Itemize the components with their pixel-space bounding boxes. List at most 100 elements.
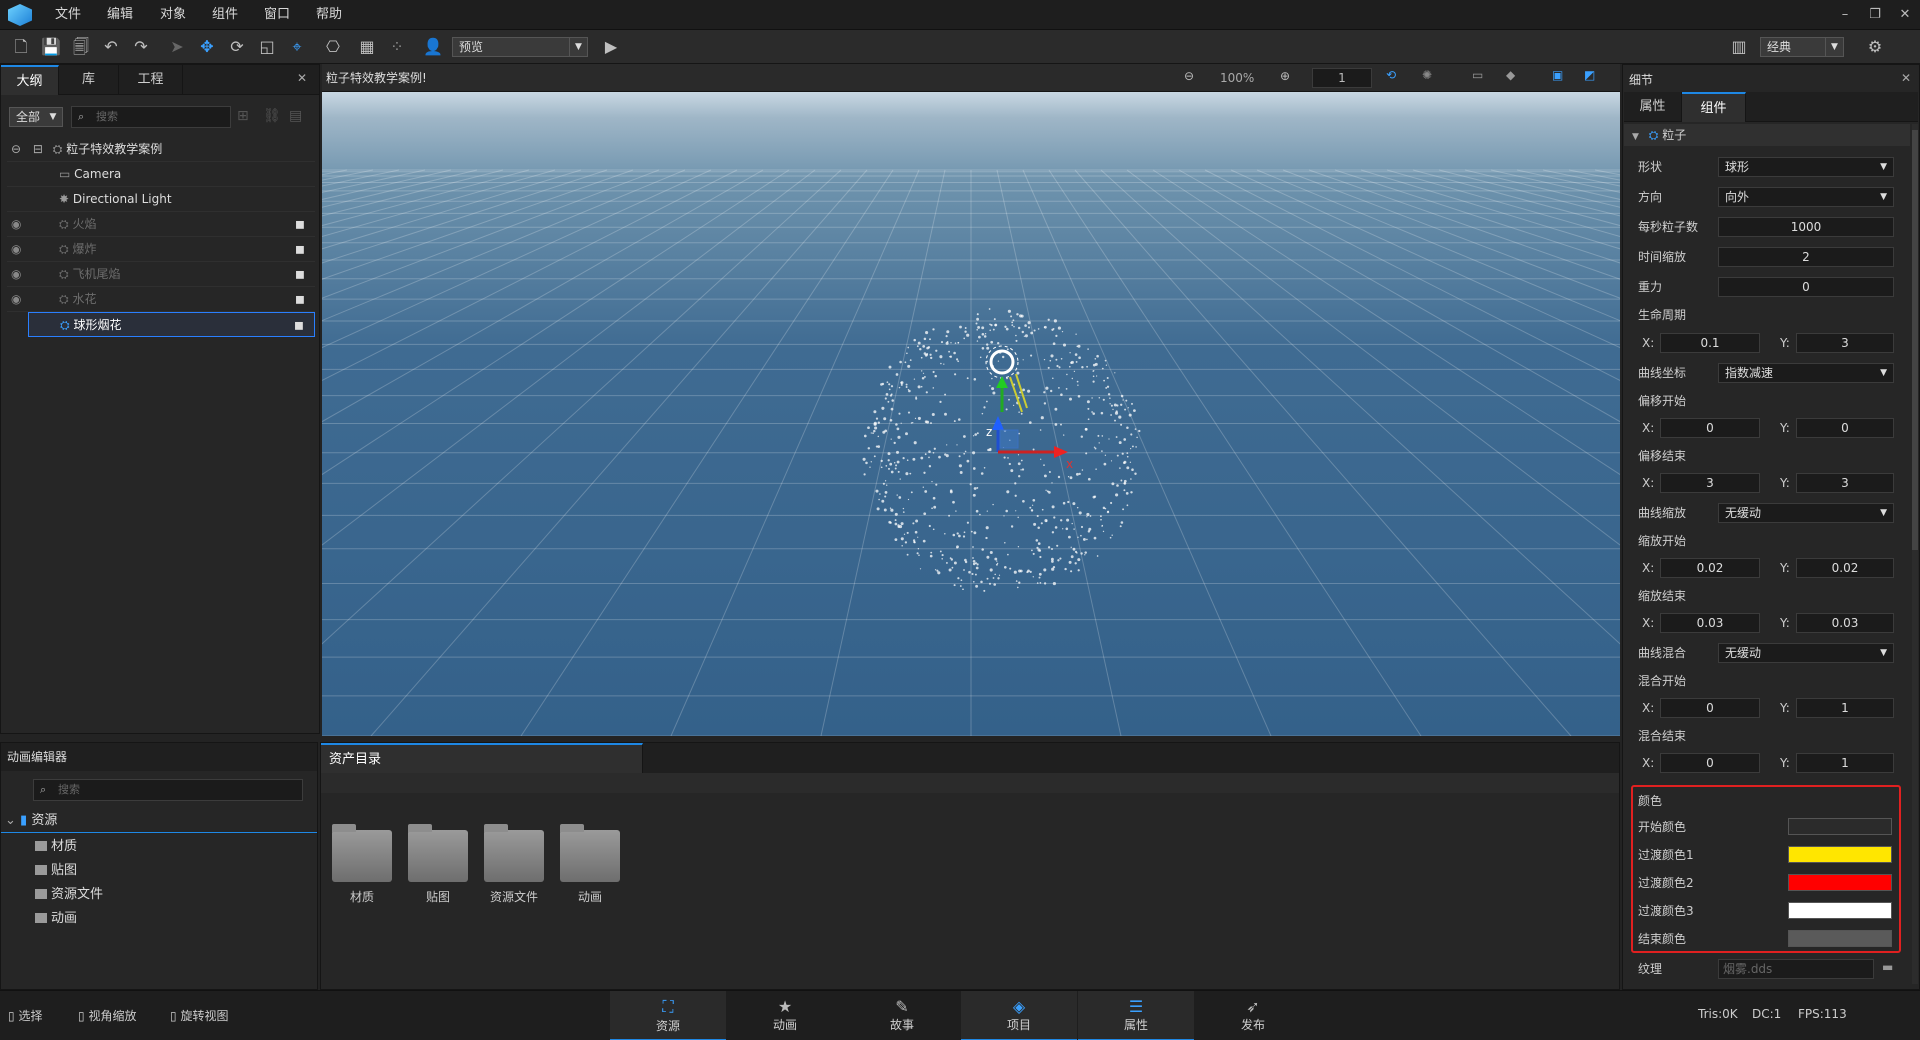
blend-start-y-input[interactable]: 1 <box>1796 698 1894 718</box>
close-icon[interactable]: ✕ <box>1894 4 1916 26</box>
transition-color3-swatch[interactable] <box>1788 902 1892 919</box>
tab-components[interactable]: 组件 <box>1682 92 1746 122</box>
bottom-tab-resources[interactable]: ⛶ 资源 <box>610 991 726 1040</box>
asset-tree-item[interactable]: 资源文件 <box>35 883 103 907</box>
scrollbar[interactable] <box>1912 124 1918 984</box>
tree-item-jet-flame[interactable]: ◉ ⛭ 飞机尾焰 ◼ <box>7 262 315 287</box>
outline-search-input[interactable]: ⌕ 搜索 <box>71 106 231 128</box>
bottom-tab-project[interactable]: ◈ 项目 <box>961 991 1077 1040</box>
camera-badge-icon[interactable]: ◼ <box>294 313 304 338</box>
tab-project[interactable]: 工程 <box>119 65 183 95</box>
offset-end-y-input[interactable]: 3 <box>1796 473 1894 493</box>
layout-icon[interactable]: ▥ <box>1726 34 1752 60</box>
menu-edit[interactable]: 编辑 <box>107 0 133 30</box>
new-file-icon[interactable]: 🗋 <box>8 34 34 60</box>
end-color-swatch[interactable] <box>1788 930 1892 947</box>
asset-tree-item[interactable]: 贴图 <box>35 859 77 883</box>
tree-root[interactable]: ⊖ ⊟ ⛭ 粒子特效教学案例 <box>7 137 315 162</box>
bottom-tab-publish[interactable]: ➶ 发布 <box>1195 991 1311 1040</box>
start-color-swatch[interactable] <box>1788 818 1892 835</box>
lifetime-x-input[interactable]: 0.1 <box>1660 333 1760 353</box>
save-all-icon[interactable]: 🗐 <box>68 34 94 60</box>
gravity-input[interactable]: 0 <box>1718 277 1894 297</box>
folder-textures[interactable]: 贴图 <box>407 824 469 905</box>
zoom-in-icon[interactable]: ⊕ <box>1280 69 1290 83</box>
curve-blend-dropdown[interactable]: 无缓动 ▼ <box>1718 643 1894 663</box>
move-tool-icon[interactable]: ✥ <box>194 34 220 60</box>
tree-item-fire[interactable]: ◉ ⛭ 火焰 ◼ <box>7 212 315 237</box>
list-icon[interactable]: ▤ <box>289 108 302 124</box>
transform-tool-icon[interactable]: ⌖ <box>284 34 310 60</box>
scale-start-x-input[interactable]: 0.02 <box>1660 558 1760 578</box>
menu-component[interactable]: 组件 <box>212 0 238 30</box>
eye-icon[interactable]: ◉ <box>11 237 21 262</box>
camera-badge-icon[interactable]: ◼ <box>295 212 305 237</box>
camera-view-icon[interactable]: ▭ <box>1472 68 1483 82</box>
menu-file[interactable]: 文件 <box>55 0 81 30</box>
tree-item-sphere-firework[interactable]: ⛭ 球形烟花 ◼ <box>28 312 315 337</box>
camera-badge-icon[interactable]: ◼ <box>295 287 305 312</box>
transition-color1-swatch[interactable] <box>1788 846 1892 863</box>
menu-object[interactable]: 对象 <box>160 0 186 30</box>
minimize-icon[interactable]: – <box>1834 4 1856 26</box>
rotate-tool-icon[interactable]: ⟳ <box>224 34 250 60</box>
scale-start-y-input[interactable]: 0.02 <box>1796 558 1894 578</box>
link-icon[interactable]: ⛓ <box>263 108 281 124</box>
bottom-tab-animation[interactable]: ★ 动画 <box>727 991 843 1040</box>
scale-end-y-input[interactable]: 0.03 <box>1796 613 1894 633</box>
grid-icon[interactable]: ▦ <box>354 34 380 60</box>
camera-badge-icon[interactable]: ◼ <box>295 237 305 262</box>
play-icon[interactable]: ▶ <box>598 34 624 60</box>
offset-start-x-input[interactable]: 0 <box>1660 418 1760 438</box>
camera-badge-icon[interactable]: ◼ <box>295 262 305 287</box>
orbit-icon[interactable]: ⟲ <box>1386 68 1396 82</box>
visibility-toggle-icon[interactable]: ⊖ <box>11 142 21 156</box>
dot-grid-icon[interactable]: ⁘ <box>384 34 410 60</box>
select-tool-icon[interactable]: ➤ <box>164 34 190 60</box>
scale-tool-icon[interactable]: ◱ <box>254 34 280 60</box>
tree-item-splash[interactable]: ◉ ⛭ 水花 ◼ <box>7 287 315 312</box>
blend-end-y-input[interactable]: 1 <box>1796 753 1894 773</box>
zoom-view-mode[interactable]: ▯ 视角缩放 <box>78 1007 136 1024</box>
collapse-icon[interactable]: ⊟ <box>33 142 43 156</box>
save-icon[interactable]: 💾 <box>38 34 64 60</box>
cube-view-icon[interactable]: ◆ <box>1506 68 1515 82</box>
render-mode-icon[interactable]: ◩ <box>1584 68 1595 82</box>
shape-dropdown[interactable]: 球形 ▼ <box>1718 157 1894 177</box>
restore-icon[interactable]: ❐ <box>1864 4 1886 26</box>
folder-browse-icon[interactable]: ▬ <box>1882 960 1893 974</box>
zoom-out-icon[interactable]: ⊖ <box>1184 69 1194 83</box>
tab-properties[interactable]: 属性 <box>1624 92 1682 122</box>
layout-dropdown[interactable]: 经典 ▼ <box>1760 37 1844 57</box>
eye-icon[interactable]: ◉ <box>11 287 21 312</box>
tab-outline[interactable]: 大纲 <box>1 65 59 95</box>
tree-expand-icon[interactable]: ⊞ <box>237 108 249 124</box>
asset-search-input[interactable]: ⌕ 搜索 <box>33 779 303 801</box>
scale-end-x-input[interactable]: 0.03 <box>1660 613 1760 633</box>
blend-end-x-input[interactable]: 0 <box>1660 753 1760 773</box>
rate-input[interactable]: 1000 <box>1718 217 1894 237</box>
rotate-view-mode[interactable]: ▯ 旋转视图 <box>170 1007 228 1024</box>
asset-tree-root[interactable]: ⌄ ▮ 资源 <box>1 809 317 833</box>
folder-resource-files[interactable]: 资源文件 <box>483 824 545 905</box>
menu-window[interactable]: 窗口 <box>264 0 290 30</box>
tree-item-light[interactable]: ✸ Directional Light <box>7 187 315 212</box>
outline-filter-dropdown[interactable]: 全部 ▼ <box>9 107 63 127</box>
lifetime-y-input[interactable]: 3 <box>1796 333 1894 353</box>
preview-dropdown[interactable]: 预览 ▼ <box>452 37 588 57</box>
gizmo-icon[interactable]: ✺ <box>1422 68 1432 82</box>
select-mode[interactable]: ▯ 选择 <box>8 1007 42 1024</box>
timescale-input[interactable]: 2 <box>1718 247 1894 267</box>
menu-help[interactable]: 帮助 <box>316 0 342 30</box>
scene-viewport[interactable]: x z <box>322 92 1620 736</box>
offset-end-x-input[interactable]: 3 <box>1660 473 1760 493</box>
scrollbar-thumb[interactable] <box>1912 130 1918 550</box>
asset-tree-item[interactable]: 材质 <box>35 835 77 859</box>
blend-start-x-input[interactable]: 0 <box>1660 698 1760 718</box>
tree-item-explosion[interactable]: ◉ ⛭ 爆炸 ◼ <box>7 237 315 262</box>
close-panel-icon[interactable]: ✕ <box>297 71 307 85</box>
eye-icon[interactable]: ◉ <box>11 212 21 237</box>
texture-input[interactable]: 烟雾.dds <box>1718 959 1874 979</box>
settings-icon[interactable]: ⚙ <box>1862 34 1888 60</box>
tab-asset-directory[interactable]: 资产目录 <box>321 743 643 773</box>
